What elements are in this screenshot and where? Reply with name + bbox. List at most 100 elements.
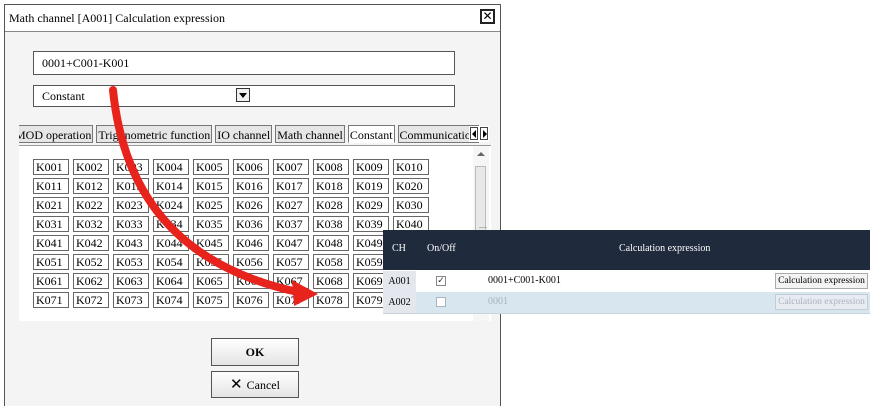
constant-cell[interactable]: K032: [73, 216, 109, 232]
constant-cell[interactable]: K073: [113, 292, 149, 308]
constant-cell[interactable]: K043: [113, 235, 149, 251]
constant-cell[interactable]: K064: [153, 273, 189, 289]
constant-cell[interactable]: K013: [113, 178, 149, 194]
tab-scroll-right-icon[interactable]: [480, 127, 488, 140]
tab-communication[interactable]: Communication: [397, 125, 479, 143]
constant-cell[interactable]: K068: [313, 273, 349, 289]
constant-cell[interactable]: K004: [153, 159, 189, 175]
table-row[interactable]: A002 0001 Calculation expression: [383, 292, 870, 314]
tab-scroll-left-icon[interactable]: [470, 127, 478, 140]
constant-row: K031 K032 K033 K034 K035 K036 K037 K038 K039 K040: [33, 216, 429, 232]
tab-constant[interactable]: Constant: [347, 125, 395, 143]
constant-cell[interactable]: K038: [313, 216, 349, 232]
constant-cell[interactable]: K058: [313, 254, 349, 270]
constant-cell[interactable]: K041: [33, 235, 69, 251]
expression-input[interactable]: 0001+C001-K001: [33, 51, 455, 75]
constant-cell[interactable]: K021: [33, 197, 69, 213]
constant-cell[interactable]: K005: [193, 159, 229, 175]
constant-cell[interactable]: K062: [73, 273, 109, 289]
close-button[interactable]: ✕: [480, 9, 495, 24]
onoff-checkbox[interactable]: ✓: [436, 276, 446, 286]
constant-cell[interactable]: K010: [393, 159, 429, 175]
constant-cell[interactable]: K056: [233, 254, 269, 270]
constant-cell[interactable]: K046: [233, 235, 269, 251]
constant-cell[interactable]: K035: [193, 216, 229, 232]
constant-cell[interactable]: K057: [273, 254, 309, 270]
tab-mod-operation[interactable]: MOD operation: [19, 125, 94, 143]
dialog-title: Math channel [A001] Calculation expressi…: [9, 11, 225, 25]
constant-cell[interactable]: K015: [193, 178, 229, 194]
header-ch: CH: [392, 243, 406, 254]
constant-cell[interactable]: K045: [193, 235, 229, 251]
constant-cell[interactable]: K029: [353, 197, 389, 213]
constant-row: K011 K012 K013 K014 K015 K016 K017 K018 K019 K020: [33, 178, 429, 194]
constant-cell[interactable]: K065: [193, 273, 229, 289]
constant-cell[interactable]: K018: [313, 178, 349, 194]
constant-cell[interactable]: K067: [273, 273, 309, 289]
ok-button[interactable]: OK: [211, 338, 299, 366]
calculation-expression-button[interactable]: Calculation expression: [775, 294, 868, 310]
constant-cell[interactable]: K028: [313, 197, 349, 213]
constant-cell[interactable]: K063: [113, 273, 149, 289]
constant-cell[interactable]: K076: [233, 292, 269, 308]
constant-cell[interactable]: K025: [193, 197, 229, 213]
element-type-select[interactable]: Constant: [33, 85, 455, 107]
constant-cell[interactable]: K001: [33, 159, 69, 175]
constant-cell[interactable]: K055: [193, 254, 229, 270]
math-channel-table: CH On/Off Calculation expression A001 ✓ …: [383, 230, 870, 314]
constant-cell[interactable]: K019: [353, 178, 389, 194]
constant-cell[interactable]: K024: [153, 197, 189, 213]
constant-cell[interactable]: K003: [113, 159, 149, 175]
cancel-button[interactable]: ✕ Cancel: [211, 371, 299, 398]
chevron-down-icon[interactable]: [236, 88, 250, 102]
constant-cell[interactable]: K014: [153, 178, 189, 194]
onoff-checkbox[interactable]: [436, 297, 446, 307]
tab-trigonometric-function[interactable]: Trigonometric function: [96, 125, 213, 143]
constant-cell[interactable]: K016: [233, 178, 269, 194]
constant-cell[interactable]: K006: [233, 159, 269, 175]
constant-cell[interactable]: K034: [153, 216, 189, 232]
constant-cell[interactable]: K011: [33, 178, 69, 194]
constant-cell[interactable]: K002: [73, 159, 109, 175]
constant-cell[interactable]: K075: [193, 292, 229, 308]
constant-cell[interactable]: K009: [353, 159, 389, 175]
constant-cell[interactable]: K078: [313, 292, 349, 308]
constant-cell[interactable]: K054: [153, 254, 189, 270]
constant-cell[interactable]: K033: [113, 216, 149, 232]
constant-cell[interactable]: K012: [73, 178, 109, 194]
constant-cell[interactable]: K044: [153, 235, 189, 251]
constant-cell[interactable]: K037: [273, 216, 309, 232]
constant-cell[interactable]: K074: [153, 292, 189, 308]
constant-cell[interactable]: K042: [73, 235, 109, 251]
constant-cell[interactable]: K066: [233, 273, 269, 289]
constant-cell[interactable]: K027: [273, 197, 309, 213]
constant-cell[interactable]: K077: [273, 292, 309, 308]
constant-cell[interactable]: K072: [73, 292, 109, 308]
constant-cell[interactable]: K051: [33, 254, 69, 270]
scroll-up-icon[interactable]: [477, 152, 485, 156]
constant-cell[interactable]: K008: [313, 159, 349, 175]
constant-cell[interactable]: K017: [273, 178, 309, 194]
constant-cell[interactable]: K022: [73, 197, 109, 213]
constant-row: K071K072K073K074K075K076K077K078K079K080: [33, 292, 429, 308]
constant-cell[interactable]: K048: [313, 235, 349, 251]
constant-cell[interactable]: K053: [113, 254, 149, 270]
constant-cell[interactable]: K026: [233, 197, 269, 213]
constant-cell[interactable]: K047: [273, 235, 309, 251]
tab-io-channel[interactable]: IO channel: [215, 125, 273, 143]
tab-bar: MOD operation Trigonometric function IO ch…: [19, 125, 489, 145]
constant-cell[interactable]: K071: [33, 292, 69, 308]
tab-math-channel[interactable]: Math channel: [275, 125, 345, 143]
constant-cell[interactable]: K030: [393, 197, 429, 213]
constant-row: K021 K022 K023 K024 K025 K026 K027 K028 K029 K030: [33, 197, 429, 213]
constant-cell[interactable]: K036: [233, 216, 269, 232]
constant-cell[interactable]: K007: [273, 159, 309, 175]
constant-cell[interactable]: K020: [393, 178, 429, 194]
table-row[interactable]: A001 ✓ 0001+C001-K001 Calculation expres…: [383, 271, 870, 293]
calculation-expression-button[interactable]: Calculation expression: [775, 273, 868, 289]
constant-cell[interactable]: K023: [113, 197, 149, 213]
constant-cell[interactable]: K031: [33, 216, 69, 232]
constant-cell[interactable]: K061: [33, 273, 69, 289]
header-expression: Calculation expression: [619, 243, 711, 254]
constant-cell[interactable]: K052: [73, 254, 109, 270]
